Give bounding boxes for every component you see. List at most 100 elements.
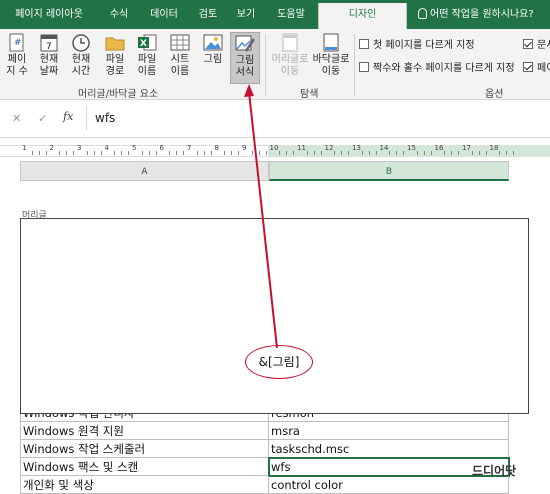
align-with-margins-checkbox[interactable]: 페이 [523, 62, 550, 76]
ruler-tick [176, 151, 178, 155]
ruler-tick [286, 151, 288, 155]
current-time-button[interactable]: 현재 시간 [68, 32, 94, 78]
header-edit-box[interactable] [20, 218, 529, 414]
ruler-tick [361, 151, 363, 155]
tab-help[interactable]: 도움말 [267, 0, 315, 29]
ribbon-separator [354, 34, 355, 96]
scale-with-document-checkbox[interactable]: 문서 [523, 39, 550, 53]
tab-design[interactable]: 디자인 [318, 3, 407, 29]
cell-b[interactable]: taskschd.msc [269, 440, 509, 458]
ruler-tick [451, 151, 453, 155]
checkbox-box [359, 62, 369, 72]
go-to-header-button[interactable]: 머리글로 이동 [270, 32, 310, 78]
ruler-tick [430, 151, 432, 155]
enter-icon[interactable]: ✓ [38, 112, 47, 125]
ruler-number: 10 [269, 144, 279, 152]
column-header-b[interactable]: B [269, 161, 509, 181]
tab-page-layout[interactable]: 페이지 레이아웃 [14, 0, 84, 29]
ruler-tick [231, 151, 233, 155]
ruler-tick [279, 151, 281, 155]
ruler-tick [416, 151, 418, 155]
page-number-button[interactable]: # 페이 지 수 [4, 32, 30, 78]
ruler-tick [348, 151, 350, 155]
ruler-tick [423, 151, 425, 155]
different-first-page-checkbox[interactable]: 첫 페이지를 다르게 지정 [359, 39, 475, 53]
sheet-name-button[interactable]: 시트 이름 [167, 32, 193, 78]
ruler-tick [513, 151, 515, 155]
ruler-number: 13 [352, 144, 361, 152]
group-label-header-footer-elements: 머리글/바닥글 요소 [78, 89, 159, 100]
ruler-tick [31, 151, 33, 155]
svg-text:7: 7 [46, 42, 52, 52]
ruler-number: 18 [489, 144, 499, 152]
picture-button[interactable]: 그림 [200, 32, 226, 66]
column-header-bar: A B [0, 161, 550, 181]
ruler-number: 5 [132, 144, 137, 152]
cell-b[interactable]: msra [269, 422, 509, 440]
table-row: Windows 원격 지원 msra [20, 422, 509, 440]
go-to-footer-button[interactable]: 바닥글로 이동 [311, 32, 351, 78]
ruler-tick [341, 151, 343, 155]
ruler-tick [224, 151, 226, 155]
excel-file-icon: X [136, 32, 158, 53]
file-path-button[interactable]: 파일 경로 [102, 32, 128, 78]
ruler-tick [265, 151, 267, 155]
ruler-tick [471, 151, 473, 155]
ruler-number: 9 [242, 144, 247, 152]
cell-a[interactable]: Windows 원격 지원 [20, 422, 269, 440]
tell-me-search[interactable]: 어떤 작업을 원하시나요? [418, 0, 534, 29]
ruler-number: 1 [22, 144, 27, 152]
ruler-tick [114, 151, 116, 155]
ruler-tick [320, 151, 322, 155]
ruler-tick [313, 151, 315, 155]
different-odd-even-checkbox[interactable]: 짝수와 홀수 페이지를 다르게 지정 [359, 62, 515, 76]
cancel-icon[interactable]: ✕ [12, 112, 21, 125]
ruler-tick [293, 151, 295, 155]
tab-review[interactable]: 검토 [190, 0, 226, 29]
ribbon-design: # 페이 지 수 7 현재 날짜 현재 시간 파일 경로 X 파일 이름 시트 … [0, 29, 550, 100]
tab-view[interactable]: 보기 [228, 0, 264, 29]
insert-function-button[interactable]: fx [63, 110, 73, 123]
format-picture-label: 그림 서식 [235, 55, 255, 78]
format-picture-button[interactable]: 그림 서식 [230, 32, 260, 84]
folder-icon [104, 32, 126, 53]
page-number-label: 페이 지 수 [6, 54, 28, 77]
column-header-a[interactable]: A [20, 161, 269, 181]
file-name-button[interactable]: X 파일 이름 [134, 32, 160, 78]
ruler-tick [444, 151, 446, 155]
ruler-tick [210, 151, 212, 155]
picture-code-text[interactable]: &[그림] [245, 345, 313, 379]
ruler-tick [499, 151, 501, 155]
formula-input[interactable]: wfs [95, 111, 115, 125]
ruler-number: 14 [379, 144, 389, 152]
cell-a[interactable]: 개인화 및 색상 [20, 476, 269, 494]
ruler-tick [148, 151, 150, 155]
cell-a[interactable]: Windows 팩스 및 스캔 [20, 458, 269, 476]
calendar-icon: 7 [38, 32, 60, 53]
tab-formulas[interactable]: 수식 [101, 0, 137, 29]
cell-a[interactable]: Windows 작업 스케줄러 [20, 440, 269, 458]
ruler-number: 2 [49, 144, 54, 152]
ruler-number: 8 [214, 144, 219, 152]
ruler-tick [478, 151, 480, 155]
current-date-label: 현재 날짜 [39, 54, 59, 77]
ruler-tick [458, 151, 460, 155]
sheet-icon [169, 32, 191, 53]
current-date-button[interactable]: 7 현재 날짜 [36, 32, 62, 78]
ruler-tick [258, 151, 260, 155]
group-label-options: 옵션 [485, 89, 504, 100]
ruler-number: 4 [104, 144, 109, 152]
picture-label: 그림 [203, 54, 223, 65]
ruler-tick [100, 151, 102, 155]
ruler-tick [38, 151, 40, 155]
align-with-margins-label: 페이 [537, 63, 550, 74]
ruler-tick [506, 151, 508, 155]
go-to-header-icon [279, 32, 301, 53]
ruler-tick [485, 151, 487, 155]
scale-with-document-label: 문서 [537, 40, 550, 51]
tab-data[interactable]: 데이터 [142, 0, 186, 29]
different-first-page-label: 첫 페이지를 다르게 지정 [373, 40, 475, 51]
horizontal-ruler: 1 2 3 4 5 6 7 8 9 10 11 12 13 14 15 16 17 18 [0, 142, 550, 160]
formula-bar-separator [86, 106, 87, 130]
table-row: Windows 작업 스케줄러 taskschd.msc [20, 440, 509, 458]
